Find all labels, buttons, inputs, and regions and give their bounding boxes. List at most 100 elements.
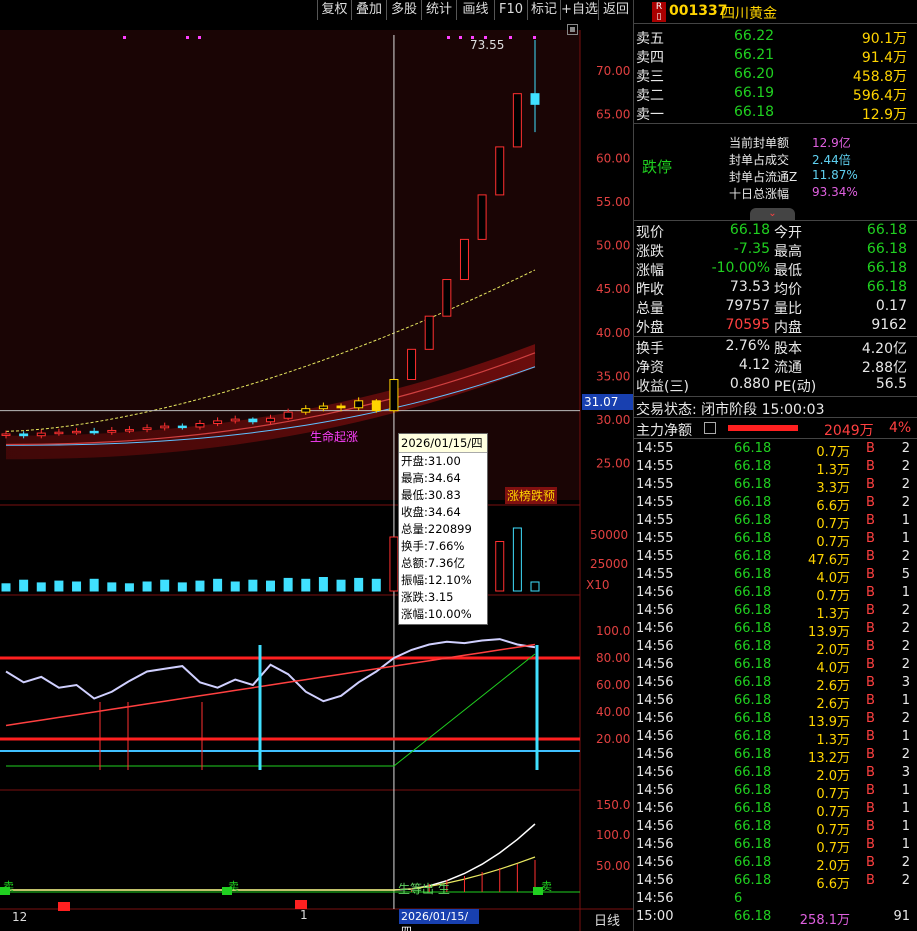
tick-price: 66.18 [734,513,772,528]
tick-side: B [866,783,875,798]
tick-side: B [866,801,875,816]
limit-info-value-3: 93.34% [812,185,858,199]
ask-volume-3: 596.4万 [852,88,907,104]
candle-body[interactable] [230,418,240,422]
macd-dea-line [6,856,536,891]
candle-body[interactable] [283,411,293,419]
stat2-value1-0: 2.76% [725,338,770,354]
collapse-chevron-icon[interactable]: ⌄ [750,208,795,220]
tooltip-change: 涨跌:3.15 [401,590,454,604]
ask-price-0[interactable]: 66.22 [734,28,774,44]
candle-body[interactable] [371,400,381,412]
candle-body[interactable] [213,420,223,424]
sell-mark-1: 卖 [3,880,14,893]
volume-bar [213,578,223,592]
tooltip-volume: 总量:220899 [401,522,472,536]
ask-price-1[interactable]: 66.21 [734,47,774,63]
candle-body[interactable] [195,422,205,428]
period-label[interactable]: 日线 [594,910,630,930]
candle-body[interactable] [36,432,46,437]
tick-count: 2 [901,603,910,618]
stat-value2-5: 9162 [871,317,907,333]
tick-count: 1 [901,513,910,528]
candle-body[interactable] [336,405,346,409]
toolbar-button-1[interactable]: 叠加 [351,0,386,20]
tick-time: 14:56 [636,711,674,726]
limit-badge: 涨榜跌预 [505,487,558,504]
candle-body[interactable] [354,400,364,409]
volume-bar [72,581,82,592]
candle-body[interactable] [318,405,328,410]
tick-time: 14:56 [636,585,674,600]
candle-body[interactable] [177,425,187,429]
toolbar-button-3[interactable]: 统计 [421,0,456,20]
candle-body[interactable] [442,279,452,317]
tick-row: 14:55 66.18 0.7万 B 1 [634,513,917,532]
tick-row: 14:56 66.18 0.7万 B 1 [634,783,917,802]
limit-info-value-1: 2.44倍 [812,153,851,167]
candle-body[interactable] [266,417,275,423]
tick-count: 2 [901,747,910,762]
candle-body[interactable] [72,430,82,434]
stat-value1-0: 66.18 [729,222,770,238]
candle-body[interactable] [89,430,99,434]
stat-key1-4: 总量 [636,301,664,317]
candle-body[interactable] [477,194,487,240]
tick-price: 66.18 [734,837,772,852]
tick-price: 66.18 [734,909,772,924]
stat-key1-3: 昨收 [636,282,664,298]
candle-body[interactable] [389,379,399,412]
toolbar-button-7[interactable]: +自选 [560,0,598,20]
volume-bar [354,577,364,592]
tick-time: 14:55 [636,531,674,546]
candle-body[interactable] [19,433,29,437]
candle-body[interactable] [160,425,170,429]
ask-price-2[interactable]: 66.20 [734,66,774,82]
candle-body[interactable] [142,427,152,431]
candle-body[interactable] [459,238,469,281]
tick-side: B [866,657,875,672]
toolbar-button-2[interactable]: 多股 [386,0,421,20]
toolbar-button-5[interactable]: F10 [494,0,527,20]
tick-count: 2 [901,639,910,654]
candle-body[interactable] [512,93,522,148]
tick-side: B [866,873,875,888]
candle-body[interactable] [54,431,64,435]
ask-price-4[interactable]: 66.18 [734,104,774,120]
tick-count: 1 [901,801,910,816]
tick-side: B [866,585,875,600]
candle-body[interactable] [407,348,417,381]
stat2-value2-0: 4.20亿 [861,341,907,357]
limit-status: 跌停 [642,158,673,176]
price-tick: 60.00 [596,151,630,165]
candle-body[interactable] [248,418,258,423]
list-icon[interactable] [704,422,716,434]
candle-body[interactable] [301,408,311,413]
tick-volume: 0.7万 [816,589,850,604]
ask-price-3[interactable]: 66.19 [734,85,774,101]
candle-body[interactable] [107,429,117,433]
candle-body[interactable] [424,315,434,350]
kline-chart[interactable]: 70.00 65.00 60.00 55.00 50.00 45.00 40.00 35.00… [0,20,633,931]
toolbar-button-4[interactable]: 画线 [456,0,494,20]
toolbar-button-8[interactable]: 返回 [598,0,633,20]
volume-bar [19,579,29,592]
candle-body[interactable] [495,146,505,196]
tick-price: 66.18 [734,477,772,492]
toolbar-button-0[interactable]: 复权 [317,0,351,20]
tick-price: 66.18 [734,855,772,870]
exchange-icon: R ▯ [652,2,666,22]
volume-bar [89,578,99,592]
ask-volume-2: 458.8万 [852,69,907,85]
tick-side: B [866,693,875,708]
tick-price: 66.18 [734,585,772,600]
candle-body[interactable] [124,429,134,432]
tick-volume: 6.6万 [816,877,850,892]
candle-body[interactable] [530,93,540,105]
lock-icon[interactable] [567,24,578,35]
top-marker [447,36,450,39]
candle-body[interactable] [1,433,11,436]
tick-side: B [866,477,875,492]
toolbar-button-6[interactable]: 标记 [527,0,560,20]
tick-side: B [866,711,875,726]
